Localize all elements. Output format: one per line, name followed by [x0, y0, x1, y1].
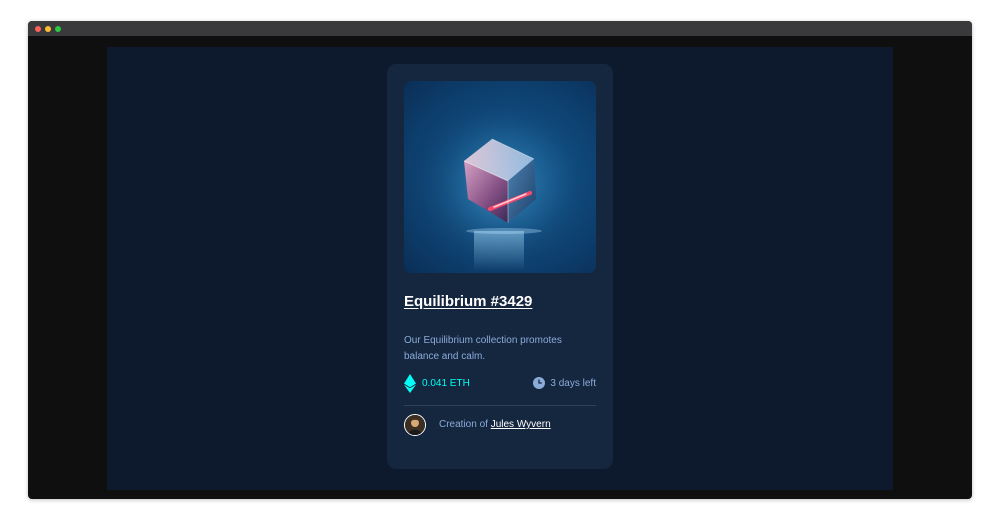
- window-titlebar: [28, 21, 972, 36]
- price-value: 0.041 ETH: [422, 378, 470, 389]
- creator-attribution: Creation of Jules Wyvern: [439, 419, 551, 430]
- card-divider: [404, 405, 596, 406]
- nft-title-link[interactable]: Equilibrium #3429: [404, 293, 532, 310]
- maximize-window-button[interactable]: [55, 26, 61, 32]
- time-left: 3 days left: [550, 378, 596, 389]
- creator-avatar[interactable]: [404, 414, 426, 436]
- nft-card: Equilibrium #3429 Our Equilibrium collec…: [387, 64, 613, 469]
- nft-description: Our Equilibrium collection promotes bala…: [404, 335, 562, 362]
- equilibrium-image[interactable]: [404, 81, 596, 273]
- avatar-portrait-icon: [405, 415, 425, 435]
- creator-name-link[interactable]: Jules Wyvern: [491, 419, 551, 430]
- cube-image-art: [404, 81, 596, 273]
- price-row: 0.041 ETH 3 days left: [404, 374, 596, 394]
- page-viewport: Equilibrium #3429 Our Equilibrium collec…: [107, 47, 893, 490]
- minimize-window-button[interactable]: [45, 26, 51, 32]
- close-window-button[interactable]: [35, 26, 41, 32]
- ethereum-icon: [404, 374, 416, 393]
- clock-icon: [533, 377, 545, 389]
- browser-window: Equilibrium #3429 Our Equilibrium collec…: [28, 21, 972, 499]
- creator-prefix: Creation of: [439, 419, 488, 430]
- creator-row: Creation of Jules Wyvern: [404, 414, 596, 438]
